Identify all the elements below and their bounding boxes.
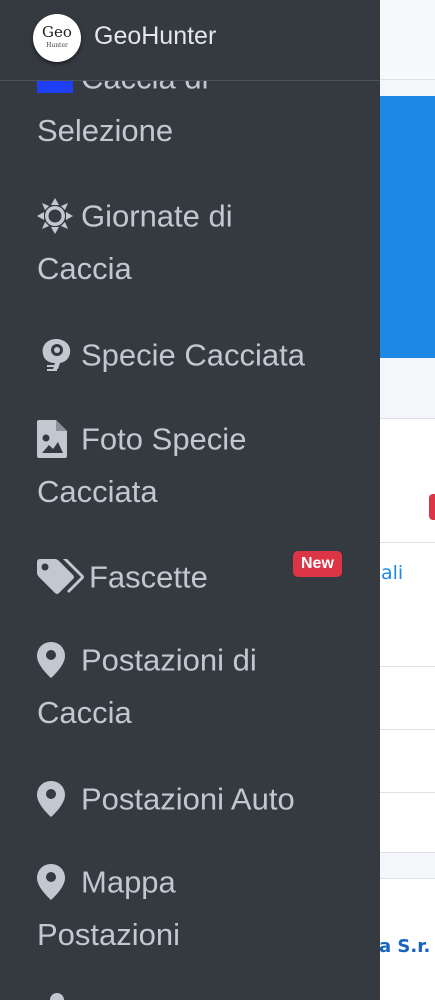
page-link[interactable]: ali	[381, 562, 403, 584]
sidebar-item-label: Giornate di	[81, 198, 233, 234]
sidebar-item-label: Mappa	[81, 864, 176, 900]
new-badge: New	[293, 551, 342, 577]
sidebar-item-foto-specie-cacciata[interactable]: Foto Specie Cacciata	[37, 409, 352, 509]
brand-name: GeoHunter	[94, 22, 217, 50]
sidebar-item-mappa-postazioni[interactable]: Mappa Postazioni	[37, 852, 352, 952]
sidebar-item-label: Selezione	[37, 113, 174, 148]
footer-company-text: a S.r.	[379, 936, 431, 957]
sidebar-item-label: Fascette	[89, 559, 208, 595]
sidebar: Geo Hunter GeoHunter Caccia di Selezione	[0, 0, 380, 1000]
map-marker-icon	[37, 780, 81, 817]
logo-text-hunter: Hunter	[46, 42, 68, 49]
sidebar-item-giornate-di-caccia[interactable]: Giornate di Caccia	[37, 186, 352, 286]
sidebar-item-label: Postazioni	[37, 917, 181, 952]
brand-logo: Geo Hunter	[33, 14, 81, 62]
tags-icon	[37, 558, 89, 595]
brand-bar[interactable]: Geo Hunter GeoHunter	[0, 0, 380, 81]
sun-icon	[37, 197, 81, 234]
sidebar-item-postazioni-auto[interactable]: Postazioni Auto	[37, 769, 352, 824]
logo-text-geo: Geo	[42, 23, 72, 41]
sidebar-item-label: Postazioni Auto	[81, 781, 295, 817]
sidebar-item-label: Postazioni di	[81, 642, 257, 678]
sidebar-item-label: Foto Specie	[81, 421, 247, 457]
status-badge	[429, 494, 435, 520]
sidebar-item-specie-cacciata[interactable]: Specie Cacciata	[37, 325, 352, 380]
map-marker-icon	[37, 863, 81, 900]
sidebar-item-label: Cacciata	[37, 474, 158, 509]
sidebar-item-label: Specie Cacciata	[81, 337, 306, 373]
file-image-icon	[37, 419, 81, 458]
sidebar-item-label: Caccia	[37, 695, 132, 730]
bird-icon	[37, 336, 81, 374]
sidebar-item-postazioni-di-caccia[interactable]: Postazioni di Caccia	[37, 630, 352, 730]
map-marker-icon	[37, 641, 81, 678]
sidebar-item-label: Caccia	[37, 251, 132, 286]
map-marker-icon	[50, 993, 64, 1000]
